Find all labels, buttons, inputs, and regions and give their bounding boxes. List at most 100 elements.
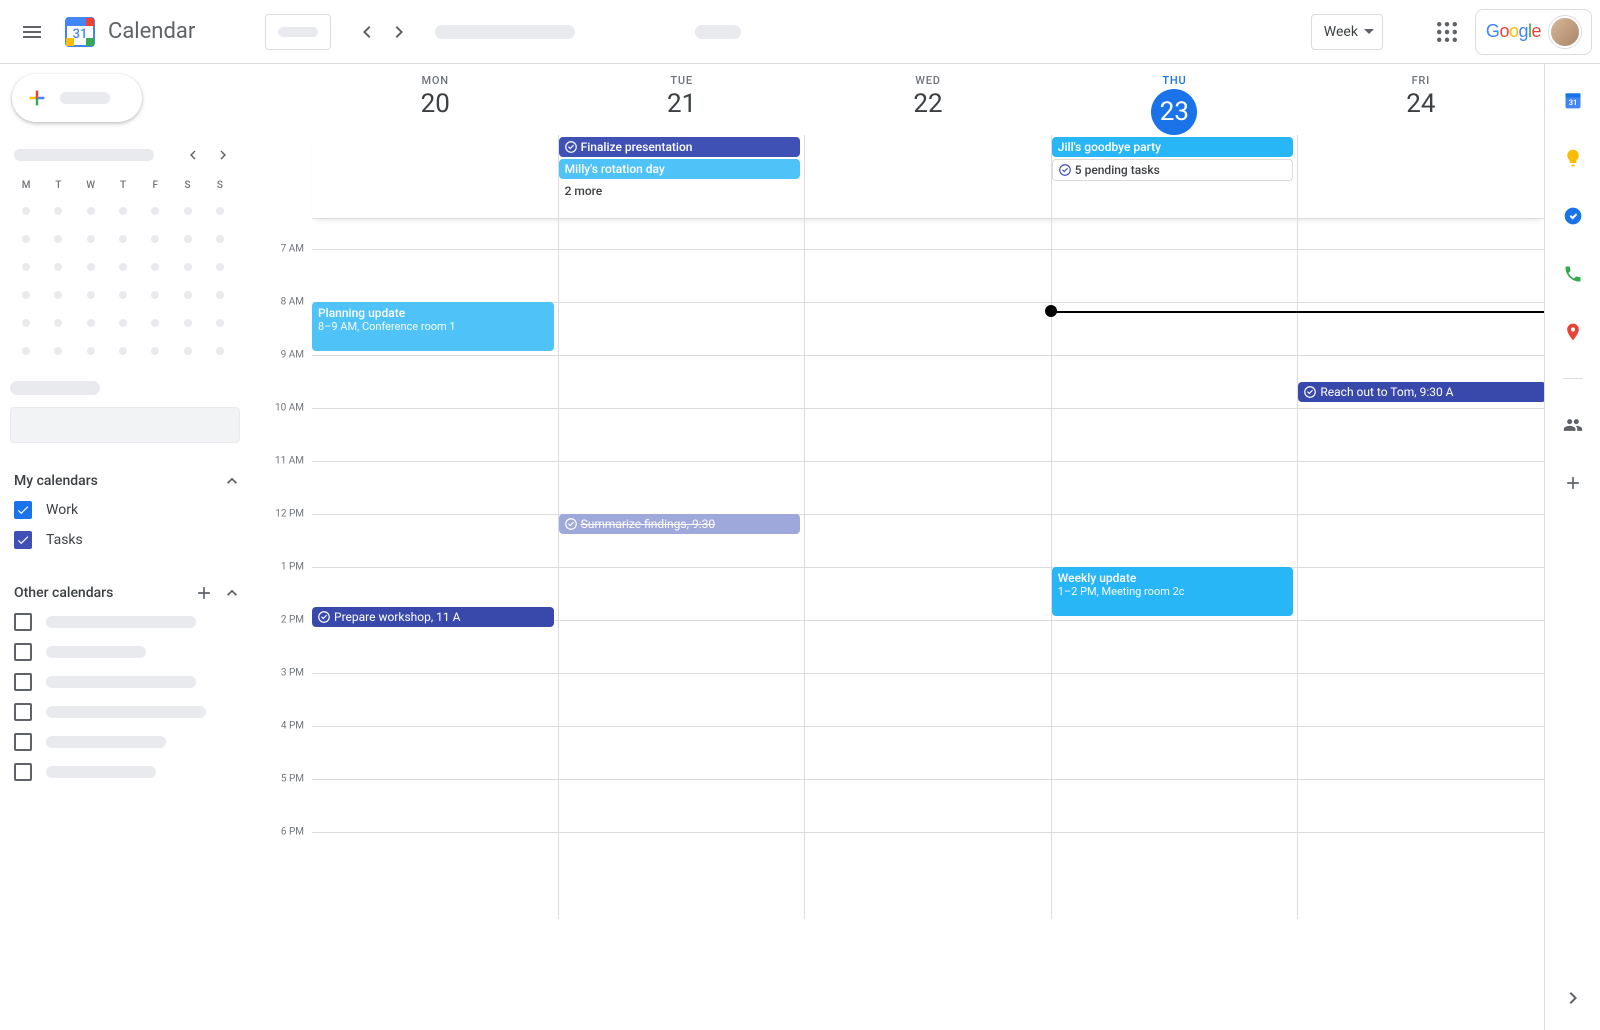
mini-calendar-day[interactable] bbox=[204, 227, 236, 251]
mini-calendar-day[interactable] bbox=[139, 339, 171, 363]
user-avatar[interactable] bbox=[1549, 16, 1581, 48]
checkbox[interactable] bbox=[14, 673, 32, 691]
rail-calendar-button[interactable]: 31 bbox=[1553, 80, 1593, 120]
day-column-header[interactable]: WED22 bbox=[805, 64, 1051, 135]
day-number[interactable]: 21 bbox=[558, 89, 804, 119]
day-column[interactable]: Planning update8–9 AM, Conference room 1… bbox=[312, 219, 558, 919]
checkbox[interactable] bbox=[14, 703, 32, 721]
mini-calendar-day[interactable] bbox=[204, 199, 236, 223]
mini-calendar-day[interactable] bbox=[171, 255, 203, 279]
calendar-item[interactable] bbox=[10, 637, 256, 667]
rail-tasks-button[interactable] bbox=[1553, 196, 1593, 236]
calendar-item-tasks[interactable]: Tasks bbox=[10, 525, 256, 555]
rail-collapse-button[interactable] bbox=[1553, 978, 1593, 1018]
mini-calendar-day[interactable] bbox=[10, 283, 42, 307]
mini-calendar-day[interactable] bbox=[204, 311, 236, 335]
google-apps-button[interactable] bbox=[1423, 8, 1471, 56]
mini-calendar-day[interactable] bbox=[139, 311, 171, 335]
day-column[interactable]: Reach out to Tom, 9:30 A bbox=[1297, 219, 1544, 919]
mini-calendar-day[interactable] bbox=[107, 199, 139, 223]
mini-calendar-day[interactable] bbox=[204, 339, 236, 363]
allday-event[interactable]: Jill's goodbye party bbox=[1052, 137, 1294, 157]
mini-calendar-day[interactable] bbox=[10, 255, 42, 279]
mini-calendar-day[interactable] bbox=[42, 311, 74, 335]
more-events-button[interactable]: 2 more bbox=[559, 181, 801, 201]
other-calendars-toggle[interactable]: Other calendars bbox=[10, 579, 256, 607]
allday-cell[interactable] bbox=[804, 135, 1051, 218]
mini-calendar-day[interactable] bbox=[42, 255, 74, 279]
mini-calendar-day[interactable] bbox=[107, 339, 139, 363]
day-column[interactable]: Summarize findings, 9:30 bbox=[558, 219, 805, 919]
day-column[interactable]: Weekly update1–2 PM, Meeting room 2c bbox=[1051, 219, 1298, 919]
next-month-button[interactable] bbox=[214, 146, 232, 164]
calendar-item[interactable] bbox=[10, 667, 256, 697]
allday-cell[interactable]: Jill's goodbye party5 pending tasks bbox=[1051, 135, 1298, 218]
mini-calendar-day[interactable] bbox=[42, 283, 74, 307]
mini-calendar-day[interactable] bbox=[139, 283, 171, 307]
rail-addon-button[interactable] bbox=[1553, 463, 1593, 503]
view-switcher[interactable]: Week bbox=[1311, 14, 1383, 50]
day-column-header[interactable]: MON20 bbox=[312, 64, 558, 135]
day-column-header[interactable]: FRI24 bbox=[1298, 64, 1544, 135]
rail-keep-button[interactable] bbox=[1553, 138, 1593, 178]
calendar-item[interactable] bbox=[10, 757, 256, 787]
checkbox[interactable] bbox=[14, 763, 32, 781]
rail-people-button[interactable] bbox=[1553, 405, 1593, 445]
today-button[interactable] bbox=[265, 14, 331, 50]
calendar-item-work[interactable]: Work bbox=[10, 495, 256, 525]
prev-week-button[interactable] bbox=[351, 16, 383, 48]
checkbox-work[interactable] bbox=[14, 501, 32, 519]
mini-calendar-day[interactable] bbox=[75, 199, 107, 223]
mini-calendar-day[interactable] bbox=[42, 339, 74, 363]
allday-cell[interactable]: Finalize presentationMilly's rotation da… bbox=[558, 135, 805, 218]
day-column-header[interactable]: TUE21 bbox=[558, 64, 804, 135]
mini-calendar-day[interactable] bbox=[75, 283, 107, 307]
event-prepare-workshop[interactable]: Prepare workshop, 11 A bbox=[312, 607, 554, 627]
mini-calendar-day[interactable] bbox=[10, 339, 42, 363]
mini-calendar-day[interactable] bbox=[107, 227, 139, 251]
mini-calendar-day[interactable] bbox=[75, 255, 107, 279]
my-calendars-toggle[interactable]: My calendars bbox=[10, 467, 256, 495]
mini-calendar-day[interactable] bbox=[107, 283, 139, 307]
mini-calendar-day[interactable] bbox=[75, 339, 107, 363]
calendar-item[interactable] bbox=[10, 697, 256, 727]
allday-event[interactable]: Finalize presentation bbox=[559, 137, 801, 157]
rail-contacts-button[interactable] bbox=[1553, 254, 1593, 294]
day-column[interactable] bbox=[804, 219, 1051, 919]
day-number[interactable]: 20 bbox=[312, 89, 558, 119]
allday-cell[interactable] bbox=[312, 135, 558, 218]
mini-calendar-day[interactable] bbox=[107, 255, 139, 279]
mini-calendar-day[interactable] bbox=[75, 311, 107, 335]
day-number[interactable]: 23 bbox=[1151, 89, 1197, 135]
mini-calendar-day[interactable] bbox=[10, 311, 42, 335]
search-people-input[interactable] bbox=[10, 407, 240, 443]
mini-calendar-day[interactable] bbox=[75, 227, 107, 251]
mini-calendar[interactable]: MTWTFSS bbox=[10, 146, 256, 363]
rail-maps-button[interactable] bbox=[1553, 312, 1593, 352]
account-button[interactable]: Google bbox=[1475, 9, 1592, 55]
checkbox-tasks[interactable] bbox=[14, 531, 32, 549]
next-week-button[interactable] bbox=[383, 16, 415, 48]
main-menu-button[interactable] bbox=[8, 8, 56, 56]
checkbox[interactable] bbox=[14, 643, 32, 661]
mini-calendar-day[interactable] bbox=[107, 311, 139, 335]
create-button[interactable] bbox=[12, 74, 142, 122]
mini-calendar-day[interactable] bbox=[42, 199, 74, 223]
mini-calendar-day[interactable] bbox=[171, 339, 203, 363]
mini-calendar-day[interactable] bbox=[171, 283, 203, 307]
allday-event[interactable]: Milly's rotation day bbox=[559, 159, 801, 179]
prev-month-button[interactable] bbox=[184, 146, 202, 164]
pending-tasks-chip[interactable]: 5 pending tasks bbox=[1052, 159, 1294, 181]
mini-calendar-day[interactable] bbox=[171, 227, 203, 251]
event-reach-out-tom[interactable]: Reach out to Tom, 9:30 A bbox=[1298, 382, 1544, 402]
mini-calendar-day[interactable] bbox=[139, 255, 171, 279]
mini-calendar-day[interactable] bbox=[139, 227, 171, 251]
add-calendar-button[interactable] bbox=[194, 583, 214, 603]
mini-calendar-day[interactable] bbox=[204, 255, 236, 279]
mini-calendar-day[interactable] bbox=[204, 283, 236, 307]
day-column-header[interactable]: THU23 bbox=[1051, 64, 1297, 135]
day-number[interactable]: 22 bbox=[805, 89, 1051, 119]
mini-calendar-day[interactable] bbox=[139, 199, 171, 223]
day-number[interactable]: 24 bbox=[1298, 89, 1544, 119]
calendar-item[interactable] bbox=[10, 727, 256, 757]
